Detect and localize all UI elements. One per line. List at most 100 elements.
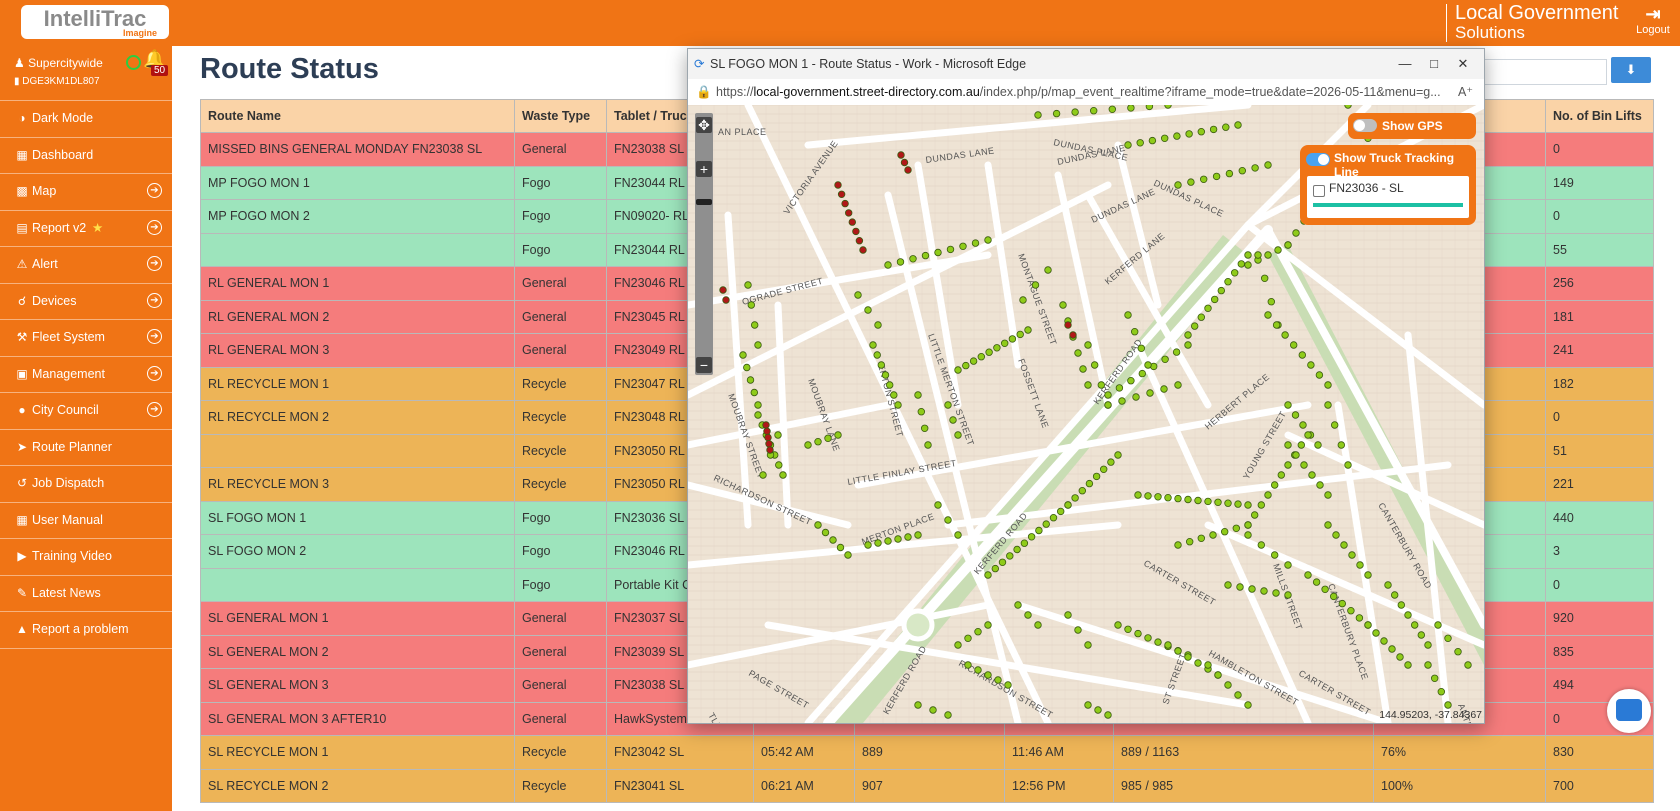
bin-lift-event-marker: [848, 218, 856, 226]
zoom-in-button[interactable]: +: [696, 161, 712, 177]
table-row[interactable]: SL RECYCLE MON 2 Recycle FN23041 SL 06:21 A…: [200, 768, 1654, 803]
sidebar-item-fleet-system[interactable]: ⚒ Fleet System ➔: [0, 320, 172, 357]
bin-lift-event-marker: [837, 190, 846, 198]
bin-lift-event-marker: [964, 661, 972, 669]
popup-title-bar[interactable]: ⟳ SL FOGO MON 1 - Route Status - Work - …: [688, 49, 1484, 79]
bin-lift-event-marker: [844, 209, 853, 217]
zoom-slider[interactable]: ✥ + −: [695, 113, 713, 375]
zoom-out-button[interactable]: −: [696, 357, 712, 373]
column-header[interactable]: Route Name: [200, 99, 515, 133]
bin-lift-event-marker: [1292, 451, 1300, 459]
sidebar-item-dashboard[interactable]: ▦ Dashboard: [0, 138, 172, 174]
bin-lift-event-marker: [885, 381, 894, 389]
bin-lift-event-marker: [1257, 501, 1265, 509]
sidebar-item-devices[interactable]: ☌ Devices ➔: [0, 284, 172, 320]
browser-popup-window[interactable]: ⟳ SL FOGO MON 1 - Route Status - Work - …: [687, 48, 1485, 724]
sidebar-item-label: Fleet System: [32, 330, 105, 344]
bin-lift-event-marker: [1321, 585, 1329, 593]
bin-lift-event-marker: [1236, 583, 1244, 591]
bin-lift-event-marker: [1224, 581, 1232, 589]
url-text[interactable]: https://local-government.street-director…: [716, 79, 1444, 105]
column-header[interactable]: Waste Type: [514, 99, 607, 133]
table-cell: SL GENERAL MON 3 AFTER10: [200, 701, 515, 736]
bin-lift-event-marker: [1272, 589, 1280, 597]
close-icon[interactable]: ✕: [1450, 49, 1476, 79]
bin-lift-event-marker: [1284, 401, 1292, 409]
bin-lift-event-marker: [1134, 629, 1142, 638]
minimize-icon[interactable]: —: [1392, 49, 1418, 79]
bin-lift-event-marker: [944, 401, 952, 409]
bin-lift-event-marker: [1417, 631, 1425, 639]
sidebar-item-latest-news[interactable]: ✎ Latest News: [0, 576, 172, 612]
bin-lift-event-marker: [1064, 321, 1072, 329]
bin-lift-event-marker: [763, 427, 771, 435]
tracking-toggle-switch[interactable]: [1306, 153, 1330, 166]
bin-lift-event-marker: [1024, 611, 1032, 619]
chat-button[interactable]: [1607, 689, 1651, 733]
bin-lift-event-marker: [1337, 441, 1345, 449]
chevron-right-icon[interactable]: ➔: [147, 219, 162, 235]
intellitrac-logo[interactable]: IntelliTrac Imagine: [21, 5, 169, 39]
table-cell: 985 / 985: [1113, 768, 1374, 803]
sidebar-item-map[interactable]: ▩ Map ➔: [0, 174, 172, 211]
bin-lift-event-marker: [1391, 591, 1399, 599]
zoom-slider-handle[interactable]: [696, 199, 712, 205]
bin-lift-event-marker: [1104, 391, 1112, 399]
bin-lift-event-marker: [1078, 487, 1086, 495]
chevron-right-icon[interactable]: ➔: [147, 329, 162, 344]
bin-lift-event-marker: [964, 634, 972, 642]
bin-lift-event-marker: [1251, 511, 1259, 519]
sidebar-item-management[interactable]: ▣ Management ➔: [0, 357, 172, 393]
bin-lift-event-marker: [1437, 688, 1445, 696]
address-bar[interactable]: 🔒 https://local-government.street-direct…: [688, 79, 1484, 106]
table-cell: [200, 567, 515, 602]
chevron-right-icon[interactable]: ➔: [147, 183, 162, 198]
bin-lift-event-marker: [1146, 389, 1154, 397]
truck-checkbox[interactable]: [1313, 185, 1325, 197]
sidebar-item-route-planner[interactable]: ➤ Route Planner: [0, 430, 172, 466]
bin-lift-event-marker: [894, 401, 902, 409]
notification-count-badge[interactable]: 50: [151, 65, 169, 76]
bin-lift-event-marker: [924, 441, 932, 449]
chevron-right-icon[interactable]: ➔: [147, 292, 162, 308]
table-cell: MP FOGO MON 2: [200, 199, 515, 234]
sidebar-item-report-a-problem[interactable]: ▲ Report a problem: [0, 612, 172, 649]
sidebar-item-dark-mode[interactable]: ◑ Dark Mode: [0, 101, 172, 138]
sidebar-item-city-council[interactable]: ● City Council ➔: [0, 393, 172, 430]
column-header[interactable]: No. of Bin Lifts: [1545, 99, 1654, 133]
street: [1014, 601, 1392, 723]
sidebar-item-user-manual[interactable]: ▦ User Manual: [0, 503, 172, 539]
bin-lift-event-marker: [1127, 105, 1135, 112]
gps-toggle-switch[interactable]: [1353, 119, 1377, 132]
table-row[interactable]: SL RECYCLE MON 1 Recycle FN23042 SL 05:42 A…: [200, 735, 1654, 770]
sidebar-item-report-v2[interactable]: ▤ Report v2 ★ ➔: [0, 211, 172, 247]
bin-lift-event-marker: [1197, 128, 1205, 136]
logout-button[interactable]: ⇥ Logout: [1632, 4, 1674, 36]
maximize-icon[interactable]: □: [1421, 49, 1447, 79]
bin-lift-event-marker: [1411, 621, 1419, 629]
bin-lift-event-marker: [1124, 625, 1132, 633]
sidebar-item-job-dispatch[interactable]: ↺ Job Dispatch: [0, 466, 172, 503]
pan-control-icon[interactable]: ✥: [696, 117, 712, 133]
sidebar-item-training-video[interactable]: ▶ Training Video: [0, 539, 172, 576]
bin-lift-event-marker: [1137, 344, 1145, 352]
route-map[interactable]: DUNDAS LANE DUNDAS PLACE DUNDAS PLACE DUNDA…: [688, 105, 1484, 723]
bin-lift-event-marker: [946, 245, 955, 254]
table-cell: 100%: [1373, 768, 1546, 803]
lock-icon[interactable]: 🔒: [696, 79, 712, 105]
sidebar-item-label: Dashboard: [32, 147, 94, 162]
bin-lift-event-marker: [1194, 496, 1202, 505]
read-aloud-icon[interactable]: A⁺: [1458, 79, 1473, 105]
bin-lift-event-marker: [1291, 411, 1300, 419]
chevron-right-icon[interactable]: ➔: [147, 256, 162, 271]
user-name-row[interactable]: ♟ Supercitywide: [14, 56, 103, 70]
show-gps-event-toggle[interactable]: Show GPS Event: [1348, 113, 1476, 159]
download-button[interactable]: ⬇: [1611, 57, 1651, 83]
bin-lift-event-marker: [1024, 326, 1032, 334]
bin-lift-event-marker: [1271, 551, 1279, 559]
chevron-right-icon[interactable]: ➔: [147, 402, 162, 417]
bin-lift-event-marker: [909, 255, 917, 263]
bin-lift-event-marker: [1118, 397, 1126, 405]
chevron-right-icon[interactable]: ➔: [147, 365, 162, 381]
sidebar-item-alert[interactable]: ⚠ Alert ➔: [0, 247, 172, 284]
